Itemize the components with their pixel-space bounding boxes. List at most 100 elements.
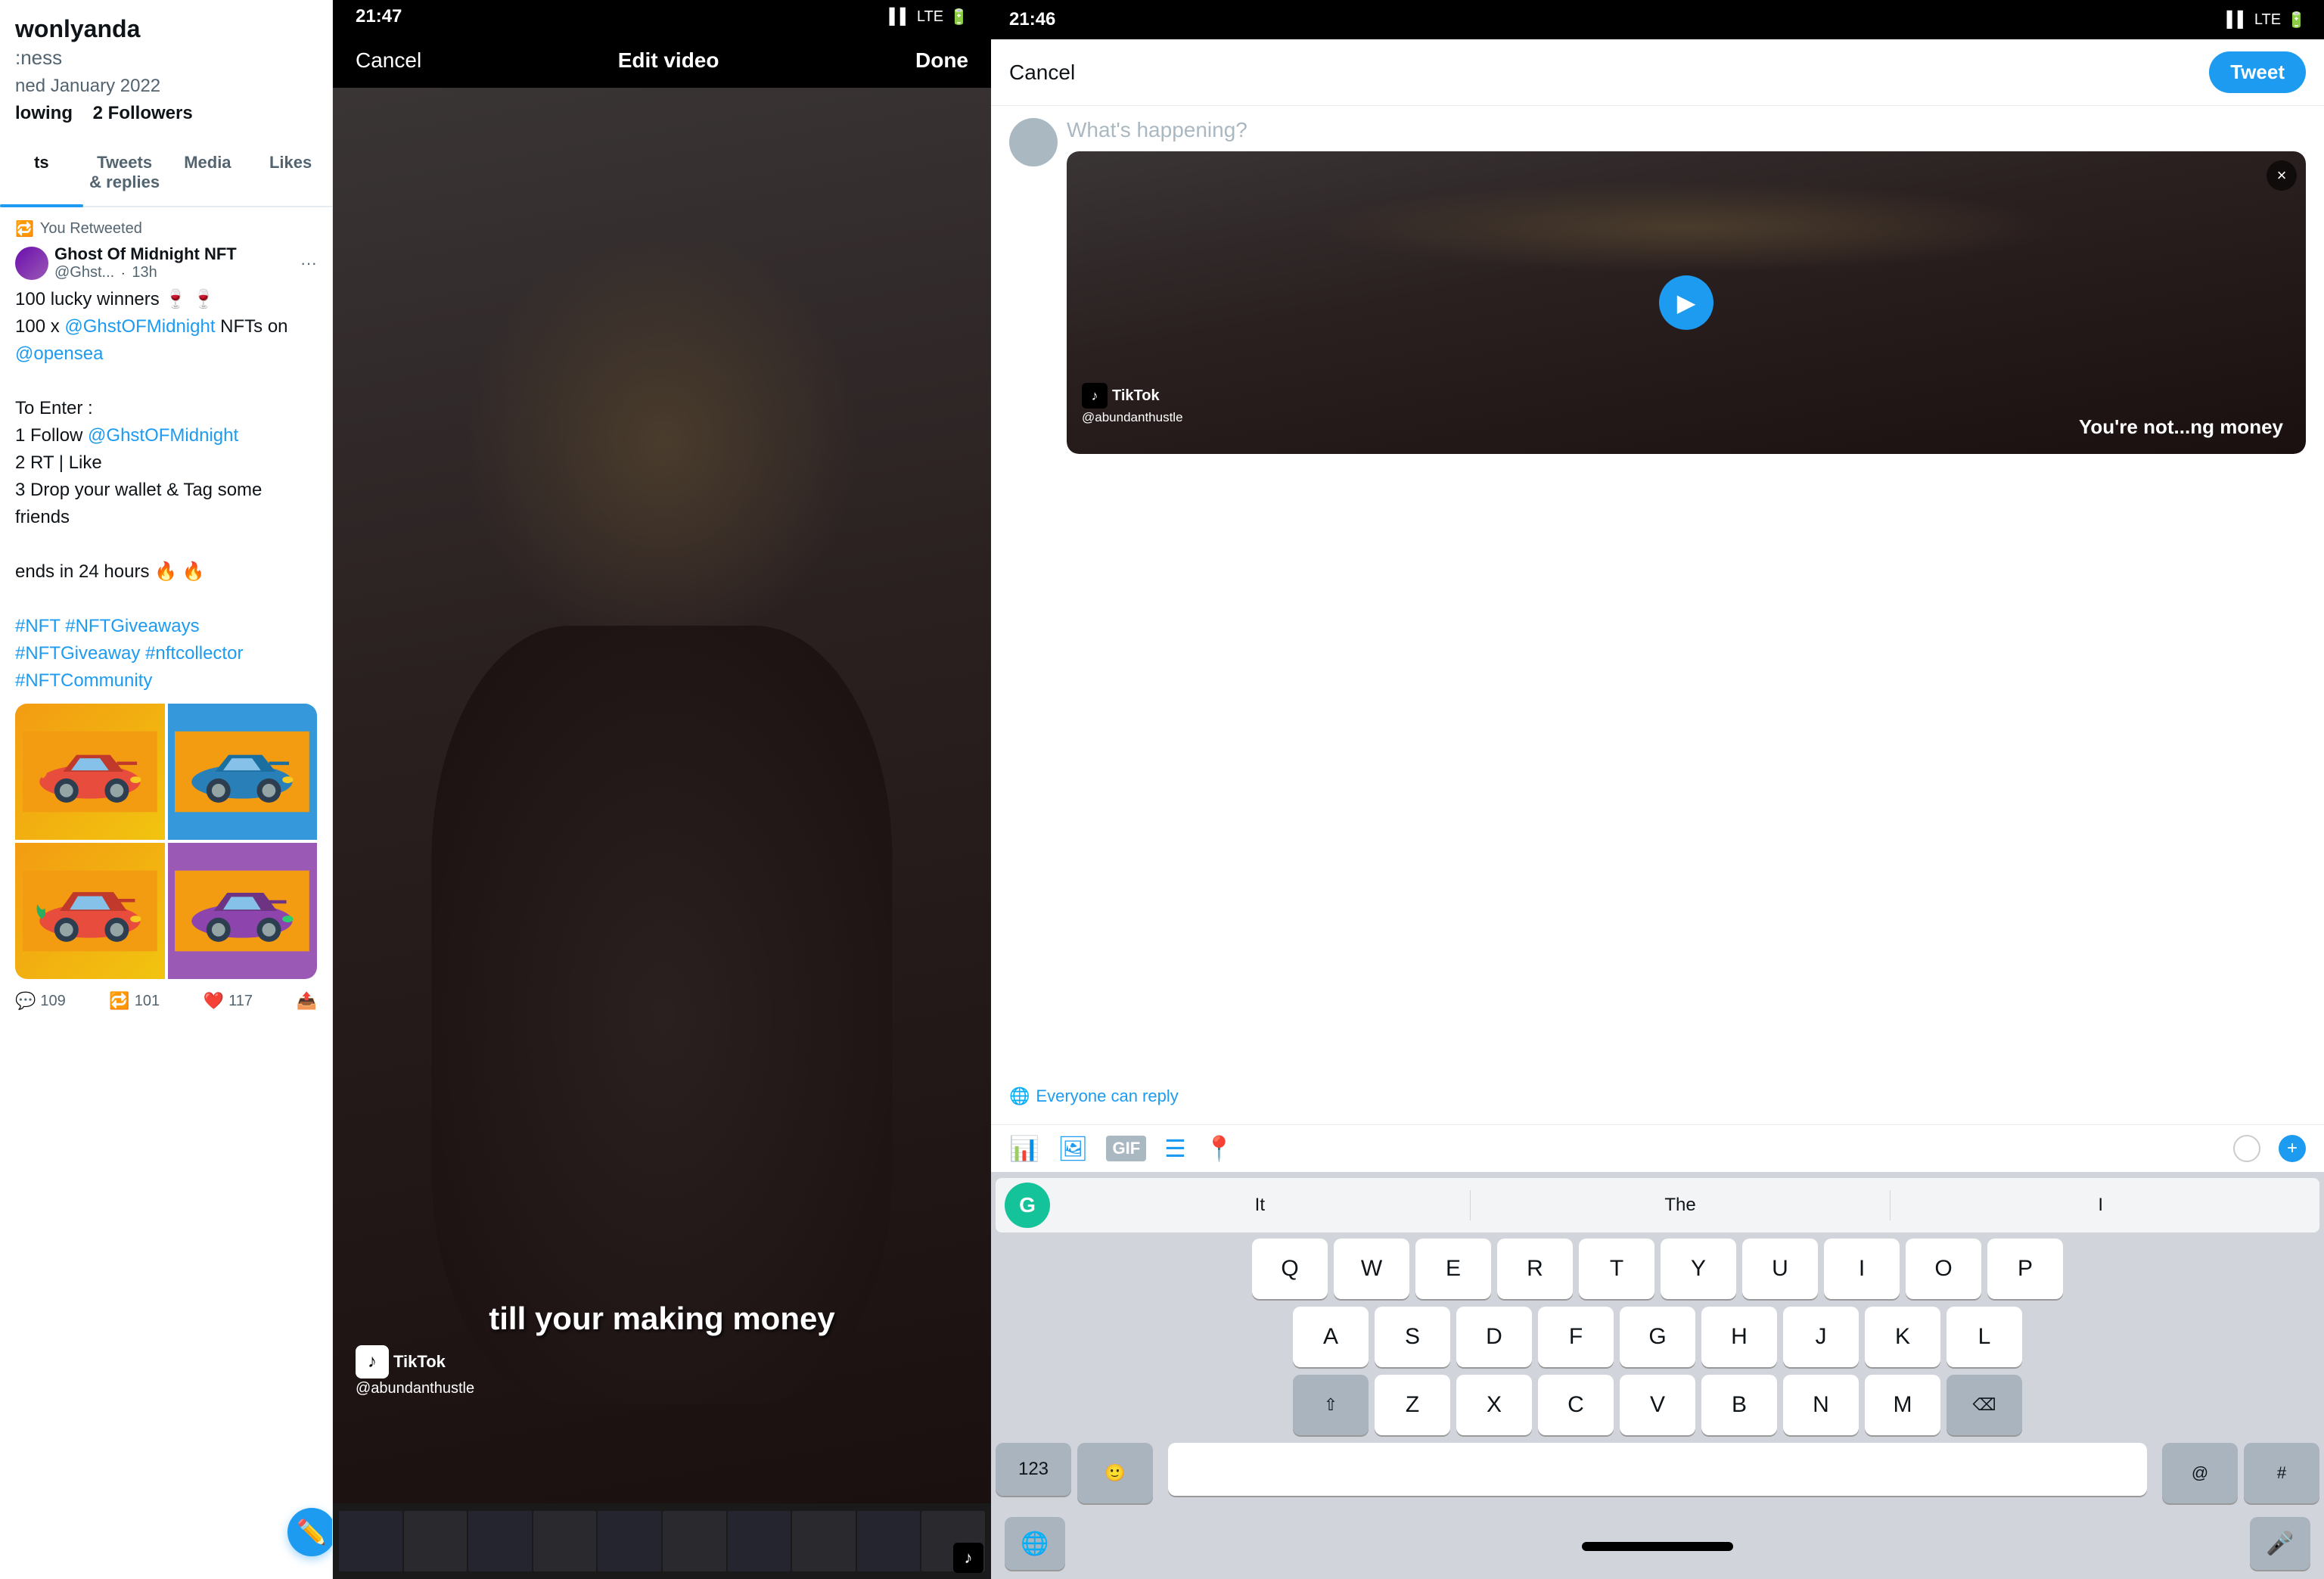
- key-f[interactable]: F: [1538, 1307, 1614, 1367]
- video-cancel-button[interactable]: Cancel: [356, 48, 421, 73]
- scrubber-frame-1: [339, 1511, 402, 1571]
- tab-tweets-replies[interactable]: Tweets & replies: [83, 139, 166, 206]
- compose-text-input[interactable]: [1168, 1443, 2147, 1496]
- key-q[interactable]: Q: [1252, 1239, 1328, 1299]
- compose-toolbar: 📊 🖼 GIF ☰ 📍 +: [991, 1124, 2324, 1172]
- compose-cancel-button[interactable]: Cancel: [1009, 61, 1075, 85]
- tweet-image-4: [168, 843, 318, 979]
- tweet-hashtags[interactable]: #NFT #NFTGiveaways #NFTGiveaway #nftcoll…: [15, 613, 317, 695]
- key-e[interactable]: E: [1415, 1239, 1491, 1299]
- video-done-button[interactable]: Done: [915, 48, 968, 73]
- key-k[interactable]: K: [1865, 1307, 1940, 1367]
- key-w[interactable]: W: [1334, 1239, 1409, 1299]
- key-u[interactable]: U: [1742, 1239, 1818, 1299]
- tweet-action-comment[interactable]: 💬 109: [15, 991, 66, 1011]
- compose-signal-icon: ▌▌: [2227, 11, 2248, 29]
- key-globe[interactable]: 🌐: [1005, 1517, 1065, 1570]
- tweet-step3: 3 Drop your wallet & Tag some friends: [15, 477, 317, 531]
- tweet-author-info: Ghost Of Midnight NFT @Ghst... · 13h: [54, 244, 294, 281]
- scrubber-frame-4: [533, 1511, 597, 1571]
- key-d[interactable]: D: [1456, 1307, 1532, 1367]
- car-svg-1: [23, 710, 157, 833]
- key-n[interactable]: N: [1783, 1375, 1859, 1435]
- following-label: lowing: [15, 103, 73, 123]
- key-x[interactable]: X: [1456, 1375, 1532, 1435]
- reply-setting[interactable]: 🌐 Everyone can reply: [991, 1086, 2324, 1115]
- key-r[interactable]: R: [1497, 1239, 1573, 1299]
- tweet-submit-button[interactable]: Tweet: [2209, 51, 2306, 93]
- follow-stats: lowing 2 Followers: [15, 103, 317, 124]
- compose-video-play-button[interactable]: ▶: [1659, 275, 1713, 330]
- key-b[interactable]: B: [1701, 1375, 1777, 1435]
- video-scrubber[interactable]: ♪: [333, 1503, 991, 1579]
- tweet-action-retweet[interactable]: 🔁 101: [109, 991, 160, 1011]
- key-v[interactable]: V: [1620, 1375, 1695, 1435]
- keyboard-row-2: A S D F G H J K L: [996, 1307, 2319, 1367]
- toolbar-circle-empty: [2233, 1135, 2260, 1162]
- car-svg-4: [175, 850, 309, 972]
- compose-body: What's happening? × ▶: [991, 106, 2324, 1086]
- toolbar-add-button[interactable]: +: [2279, 1135, 2306, 1162]
- key-h[interactable]: H: [1701, 1307, 1777, 1367]
- tweet-step1-mention[interactable]: @GhstOFMidnight: [88, 425, 238, 446]
- toolbar-gif-button[interactable]: GIF: [1106, 1136, 1146, 1161]
- suggestion-1[interactable]: It: [1050, 1190, 1471, 1220]
- tweet-more-button[interactable]: ···: [300, 253, 317, 273]
- key-shift[interactable]: ⇧: [1293, 1375, 1369, 1435]
- key-j[interactable]: J: [1783, 1307, 1859, 1367]
- video-person-image: ♪ TikTok @abundanthustle till your makin…: [333, 88, 991, 1503]
- tweet-content: 100 lucky winners 🍷 🍷 100 x @GhstOFMidni…: [15, 286, 317, 695]
- tab-tweets[interactable]: ts: [0, 139, 83, 206]
- key-hash[interactable]: #: [2244, 1443, 2319, 1503]
- globe-icon: 🌐: [1009, 1086, 1030, 1106]
- key-emoji[interactable]: 🙂: [1077, 1443, 1153, 1503]
- scrubber-frame-7: [728, 1511, 791, 1571]
- tweet-author-name: Ghost Of Midnight NFT: [54, 244, 237, 263]
- key-t[interactable]: T: [1579, 1239, 1654, 1299]
- suggestion-2[interactable]: The: [1471, 1190, 1891, 1220]
- car-svg-3: [23, 850, 157, 972]
- key-m[interactable]: M: [1865, 1375, 1940, 1435]
- key-p[interactable]: P: [1987, 1239, 2063, 1299]
- key-i[interactable]: I: [1824, 1239, 1900, 1299]
- tweet-action-like[interactable]: ❤️ 117: [204, 991, 253, 1011]
- tab-media[interactable]: Media: [166, 139, 250, 206]
- tab-likes[interactable]: Likes: [249, 139, 332, 206]
- tiktok-text: TikTok: [393, 1352, 446, 1372]
- toolbar-image-icon[interactable]: 🖼: [1058, 1134, 1089, 1163]
- toolbar-list-icon[interactable]: ☰: [1164, 1134, 1186, 1163]
- key-a[interactable]: A: [1293, 1307, 1369, 1367]
- toolbar-waveform-icon[interactable]: 📊: [1009, 1134, 1039, 1163]
- tweet-action-share[interactable]: 📤: [297, 991, 317, 1011]
- compose-fab-button[interactable]: ✏️: [287, 1508, 333, 1556]
- key-g[interactable]: G: [1620, 1307, 1695, 1367]
- key-delete[interactable]: ⌫: [1947, 1375, 2022, 1435]
- key-c[interactable]: C: [1538, 1375, 1614, 1435]
- tweet-line2: 100 x @GhstOFMidnight NFTs on: [15, 313, 317, 340]
- compose-placeholder[interactable]: What's happening?: [1067, 118, 2306, 142]
- toolbar-location-icon[interactable]: 📍: [1204, 1134, 1235, 1163]
- compose-fab-area: ✏️: [0, 1518, 332, 1579]
- tweet-mention1[interactable]: @GhstOFMidnight: [64, 316, 215, 337]
- compose-lte-icon: LTE: [2254, 11, 2281, 29]
- key-123[interactable]: 123: [996, 1443, 1071, 1496]
- key-z[interactable]: Z: [1375, 1375, 1450, 1435]
- tweet-mention2[interactable]: @opensea: [15, 340, 317, 368]
- grammarly-logo: G: [1005, 1183, 1050, 1228]
- key-mic[interactable]: 🎤: [2250, 1517, 2310, 1570]
- key-o[interactable]: O: [1906, 1239, 1981, 1299]
- tweet-images: [15, 704, 317, 979]
- handle: :ness: [15, 46, 317, 70]
- key-s[interactable]: S: [1375, 1307, 1450, 1367]
- compose-video-image: × ▶ ♪ TikTok @abundanthustle You're not.…: [1067, 151, 2306, 454]
- car-svg-2: [175, 710, 309, 833]
- lte-icon: LTE: [917, 8, 943, 26]
- profile-info: wonlyanda :ness ned January 2022 lowing …: [0, 0, 332, 136]
- suggestion-3[interactable]: I: [1891, 1190, 2310, 1220]
- key-at[interactable]: @: [2162, 1443, 2238, 1503]
- compose-avatar: [1009, 118, 1058, 166]
- key-y[interactable]: Y: [1661, 1239, 1736, 1299]
- compose-video-close-button[interactable]: ×: [2267, 160, 2297, 191]
- key-l[interactable]: L: [1947, 1307, 2022, 1367]
- tweet-actions: 💬 109 🔁 101 ❤️ 117 📤: [15, 991, 317, 1011]
